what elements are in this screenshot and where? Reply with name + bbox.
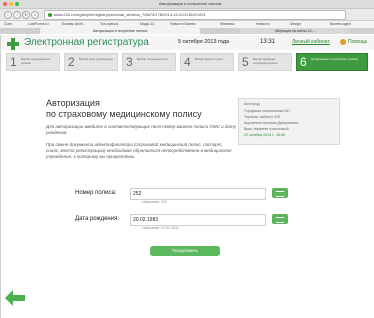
- step-number: 3: [126, 55, 133, 69]
- step-label: Выбор специальности: [137, 57, 169, 61]
- step-3[interactable]: 3 Выбор специальности: [122, 53, 176, 71]
- info-datetime: 22 октября 2013 г., 16:45: [244, 133, 286, 137]
- arrow-left-icon[interactable]: [5, 290, 25, 306]
- bookmark-item[interactable]: Бэкапы фото: [62, 21, 83, 28]
- url-text: www.21k.ru/registry/rk/registry/personal…: [54, 12, 206, 17]
- steps-bar: 1 Выбор медицинского органа 2 Выбор мед.…: [6, 53, 374, 71]
- info-city: Белгород: [244, 102, 260, 106]
- step-6-active[interactable]: 6 Авторизация и получение талона: [296, 53, 368, 71]
- forward-nav-icon[interactable]: ›: [13, 11, 21, 19]
- browser-navbar: ‹ › ↻ ⌂ www.21k.ru/registry/rk/registry/…: [0, 9, 374, 21]
- current-date: 5 октября 2013 года: [178, 39, 230, 45]
- bookmark-item[interactable]: Новости: [256, 21, 270, 28]
- back-nav-icon[interactable]: ‹: [4, 11, 12, 19]
- step-number: 5: [242, 55, 249, 69]
- bookmark-item[interactable]: Design: [290, 21, 301, 28]
- bookmark-item[interactable]: Моды 1С: [140, 21, 155, 28]
- page-subtitle: по страховому медицинскому полису: [46, 109, 202, 119]
- app-title: Электронная регистратура: [24, 37, 149, 48]
- birthdate-label: Дата рождения:: [75, 216, 119, 222]
- step-2[interactable]: 2 Выбор мед. учреждения: [64, 53, 118, 71]
- step-5[interactable]: 5 Выбор времени посещения врача: [238, 53, 292, 71]
- address-bar[interactable]: www.21k.ru/registry/rk/registry/personal…: [44, 10, 346, 20]
- polis-keyboard-button[interactable]: [272, 188, 288, 198]
- polis-value: 252: [133, 191, 142, 197]
- refresh-icon[interactable]: ↻: [22, 11, 30, 19]
- step-1[interactable]: 1 Выбор медицинского органа: [6, 53, 60, 71]
- site-icon: [48, 13, 52, 17]
- info-clinic: Городская поликлиника №7: [244, 109, 291, 113]
- step-label: Выбор мед. учреждения: [79, 57, 113, 61]
- birthdate-calendar-button[interactable]: [272, 214, 288, 224]
- polis-label: Номер полиса:: [75, 190, 117, 196]
- birthdate-hint: Например: 01.01.2011: [142, 226, 179, 230]
- step-label: Выбор медицинского органа: [21, 57, 51, 65]
- window-titlebar: Авторизация и получение талона: [0, 0, 374, 9]
- info-position: Врач-терапевт участковый: [244, 127, 289, 131]
- bookmark-item[interactable]: Бизнес-идеи: [330, 21, 351, 28]
- cabinet-link[interactable]: Личный кабинет: [292, 39, 330, 46]
- bookmark-item[interactable]: Новости Бизнес: [170, 21, 196, 28]
- tab-other[interactable]: Миграция на сайты 1С...: [240, 28, 350, 34]
- browser-tabs: Авторизация и получение талона Миграция …: [0, 28, 374, 34]
- step-label: Авторизация и получение талона: [311, 57, 358, 61]
- tab-active[interactable]: Авторизация и получение талона: [40, 28, 200, 34]
- bookmark-item[interactable]: Conv: [4, 21, 12, 28]
- polis-input[interactable]: 252: [130, 188, 266, 200]
- close-window-icon[interactable]: [3, 2, 7, 6]
- appointment-info-box: Белгород Городская поликлиника №7 Терапи…: [238, 98, 340, 145]
- keyboard-icon: [276, 191, 284, 197]
- calendar-icon: [276, 217, 284, 223]
- bookmark-item[interactable]: Топ-пресса: [100, 21, 118, 28]
- help-link[interactable]: Помощь: [340, 38, 367, 46]
- bookmark-item[interactable]: LostForms.ru: [28, 21, 49, 28]
- polis-hint: Например: 333: [142, 200, 167, 204]
- bookmark-item[interactable]: Финансы: [220, 21, 235, 28]
- divider: [0, 35, 1, 318]
- birthdate-input[interactable]: 20.02.1983: [130, 214, 266, 226]
- step-number: 6: [300, 55, 307, 69]
- step-number: 1: [10, 55, 17, 69]
- info-doctor: Акулинина Наталья Дмитриевна: [244, 121, 299, 125]
- continue-button[interactable]: Продолжить: [150, 246, 220, 256]
- minimize-window-icon[interactable]: [9, 2, 13, 6]
- step-label: Выбор врача и даты: [195, 57, 224, 61]
- maximize-window-icon[interactable]: [15, 2, 19, 6]
- birthdate-value: 20.02.1983: [133, 217, 159, 223]
- home-icon[interactable]: ⌂: [31, 11, 39, 19]
- step-number: 4: [184, 55, 191, 69]
- help-icon: [340, 38, 346, 45]
- intro-text: Для авторизации введите в соответствующи…: [46, 124, 236, 135]
- step-4[interactable]: 4 Выбор врача и даты: [180, 53, 234, 71]
- note-text: При смене документа идентификатора (стра…: [46, 142, 232, 159]
- window-title: Авторизация и получение талона: [158, 1, 222, 6]
- cross-logo-icon: [7, 38, 19, 50]
- step-number: 2: [68, 55, 75, 69]
- app-window: Авторизация и получение талона ‹ › ↻ ⌂ w…: [0, 0, 374, 318]
- info-department: Терапия, кабинет 419: [244, 115, 281, 119]
- step-label: Выбор времени посещения врача: [253, 57, 278, 65]
- help-label: Помощь: [348, 39, 368, 45]
- current-time: 13:31: [260, 39, 276, 45]
